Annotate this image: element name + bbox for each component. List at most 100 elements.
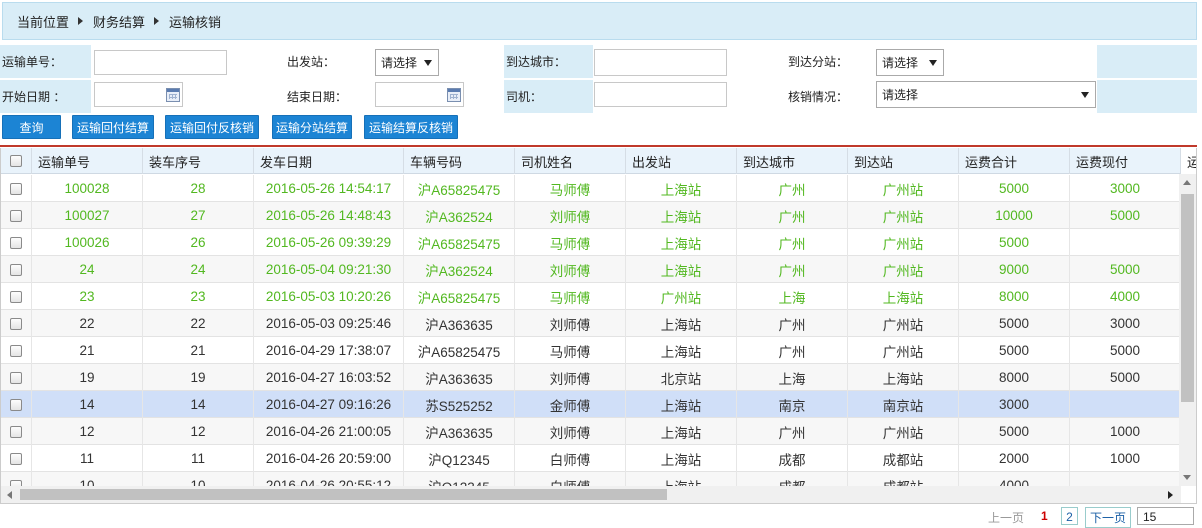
row-checkbox[interactable]	[1, 310, 32, 337]
col-plate[interactable]: 车辆号码	[404, 148, 515, 174]
table-row[interactable]: 100027 27 2016-05-26 14:48:43 沪A362524 刘师傅 上海…	[1, 202, 1181, 229]
calendar-icon[interactable]	[166, 88, 180, 102]
cell-load-seq: 27	[143, 202, 254, 229]
branch-settle-button[interactable]: 运输分站结算	[272, 115, 352, 139]
horizontal-scrollbar[interactable]	[1, 486, 1181, 503]
breadcrumb-arrow-icon	[154, 17, 160, 25]
cell-arrive-station: 广州站	[848, 337, 959, 364]
col-more[interactable]: 运	[1181, 148, 1196, 174]
scroll-left-icon[interactable]	[7, 491, 12, 499]
col-arrive-city[interactable]: 到达城市	[737, 148, 848, 174]
cell-driver: 刘师傅	[515, 364, 626, 391]
cell-from-station: 上海站	[626, 175, 737, 202]
col-load-seq[interactable]: 装车序号	[143, 148, 254, 174]
table-row[interactable]: 100026 26 2016-05-26 09:39:29 沪A65825475 马师傅…	[1, 229, 1181, 256]
row-checkbox[interactable]	[1, 229, 32, 256]
row-checkbox[interactable]	[1, 337, 32, 364]
scroll-up-icon[interactable]	[1183, 180, 1191, 185]
next-page-link[interactable]: 下一页	[1085, 507, 1132, 528]
table-row[interactable]: 14 14 2016-04-27 09:16:26 苏S525252 金师傅 上海站 南京南…	[1, 391, 1181, 418]
cell-plate: 沪A362524	[404, 202, 515, 229]
cell-freight-cash: 3000	[1070, 310, 1181, 337]
table-row[interactable]: 19 19 2016-04-27 16:03:52 沪A363635 刘师傅 北京站 上海上…	[1, 364, 1181, 391]
table-row[interactable]: 100028 28 2016-05-26 14:54:17 沪A65825475 马师傅…	[1, 175, 1181, 202]
transport-no-label: 运输单号：	[0, 45, 91, 78]
row-checkbox[interactable]	[1, 175, 32, 202]
table-row[interactable]: 22 22 2016-05-03 09:25:46 沪A363635 刘师傅 上海站 广州广…	[1, 310, 1181, 337]
arrive-branch-select[interactable]: 请选择	[876, 49, 944, 76]
breadcrumb: 当前位置 财务结算 运输核销	[2, 2, 1197, 40]
arrive-city-input[interactable]	[594, 49, 727, 76]
query-button[interactable]: 查询	[2, 115, 61, 139]
cell-freight-total: 8000	[959, 283, 1070, 310]
cell-depart-date: 2016-05-03 10:20:26	[254, 283, 404, 310]
cell-plate: 沪A65825475	[404, 175, 515, 202]
pager: 上一页 1 2 下一页 15	[0, 507, 1202, 528]
col-driver[interactable]: 司机姓名	[515, 148, 626, 174]
cell-from-station: 上海站	[626, 229, 737, 256]
col-from-station[interactable]: 出发站	[626, 148, 737, 174]
col-depart-date[interactable]: 发车日期	[254, 148, 404, 174]
breadcrumb-arrow-icon	[78, 17, 84, 25]
cell-plate: 苏S525252	[404, 391, 515, 418]
row-checkbox[interactable]	[1, 364, 32, 391]
writeoff-label: 核销情况：	[788, 90, 849, 104]
cell-load-seq: 21	[143, 337, 254, 364]
row-checkbox[interactable]	[1, 256, 32, 283]
filter-form: 运输单号： 出发站： 请选择 到达城市： 到达分站： 请选择 开始日期 ： 结束…	[0, 45, 1197, 113]
cell-freight-total: 8000	[959, 364, 1070, 391]
cell-arrive-city: 南京	[737, 391, 848, 418]
page-2-link[interactable]: 2	[1061, 507, 1078, 525]
col-transport-no[interactable]: 运输单号	[32, 148, 143, 174]
table-row[interactable]: 24 24 2016-05-04 09:21:30 沪A362524 刘师傅 上海站 广州广…	[1, 256, 1181, 283]
cell-load-seq: 11	[143, 445, 254, 472]
cell-plate: 沪A65825475	[404, 337, 515, 364]
cell-freight-cash: 1000	[1070, 418, 1181, 445]
scroll-thumb[interactable]	[20, 489, 667, 500]
row-checkbox[interactable]	[1, 391, 32, 418]
scroll-right-icon[interactable]	[1168, 491, 1173, 499]
cell-freight-total: 3000	[959, 391, 1070, 418]
cell-arrive-city: 上海	[737, 364, 848, 391]
row-checkbox[interactable]	[1, 418, 32, 445]
row-checkbox[interactable]	[1, 445, 32, 472]
breadcrumb-transport-writeoff: 运输核销	[169, 14, 222, 30]
table-row[interactable]: 21 21 2016-04-29 17:38:07 沪A65825475 马师傅 上海站广…	[1, 337, 1181, 364]
vertical-scrollbar[interactable]	[1179, 174, 1196, 486]
cell-depart-date: 2016-04-26 20:59:00	[254, 445, 404, 472]
page-1: 1	[1041, 509, 1048, 523]
cell-arrive-station: 上海站	[848, 364, 959, 391]
col-arrive-station[interactable]: 到达站	[848, 148, 959, 174]
cell-depart-date: 2016-04-27 16:03:52	[254, 364, 404, 391]
table-row[interactable]: 23 23 2016-05-03 10:20:26 沪A65825475 马师傅 广州站上…	[1, 283, 1181, 310]
col-freight-cash[interactable]: 运费现付	[1070, 148, 1181, 174]
start-date-input[interactable]	[94, 82, 183, 107]
calendar-icon[interactable]	[447, 88, 461, 102]
select-all-checkbox[interactable]	[1, 148, 32, 174]
page-size-select[interactable]: 15	[1137, 507, 1194, 525]
end-date-input[interactable]	[375, 82, 464, 107]
row-checkbox[interactable]	[1, 202, 32, 229]
transport-no-input[interactable]	[94, 50, 227, 75]
return-reverse-button[interactable]: 运输回付反核销	[165, 115, 259, 139]
cell-plate: 沪A363635	[404, 364, 515, 391]
col-freight-total[interactable]: 运费合计	[959, 148, 1070, 174]
cell-transport-no: 100027	[32, 202, 143, 229]
return-settle-button[interactable]: 运输回付结算	[72, 115, 154, 139]
divider	[0, 145, 1197, 147]
cell-plate: 沪A362524	[404, 256, 515, 283]
row-checkbox[interactable]	[1, 283, 32, 310]
cell-transport-no: 100028	[32, 175, 143, 202]
writeoff-select[interactable]: 请选择	[876, 81, 1096, 108]
cell-driver: 刘师傅	[515, 310, 626, 337]
prev-page-link[interactable]: 上一页	[988, 509, 1024, 526]
scroll-down-icon[interactable]	[1183, 475, 1191, 480]
driver-input[interactable]	[594, 82, 727, 107]
table-row[interactable]: 11 11 2016-04-26 20:59:00 沪Q12345 白师傅 上海站 成都 成都…	[1, 445, 1181, 472]
settle-reverse-button[interactable]: 运输结算反核销	[364, 115, 458, 139]
depart-station-select[interactable]: 请选择	[375, 49, 439, 76]
scroll-thumb[interactable]	[1181, 194, 1194, 402]
table-row[interactable]: 12 12 2016-04-26 21:00:05 沪A363635 刘师傅 上海站 广州广…	[1, 418, 1181, 445]
breadcrumb-finance[interactable]: 财务结算	[93, 12, 145, 31]
cell-from-station: 上海站	[626, 418, 737, 445]
